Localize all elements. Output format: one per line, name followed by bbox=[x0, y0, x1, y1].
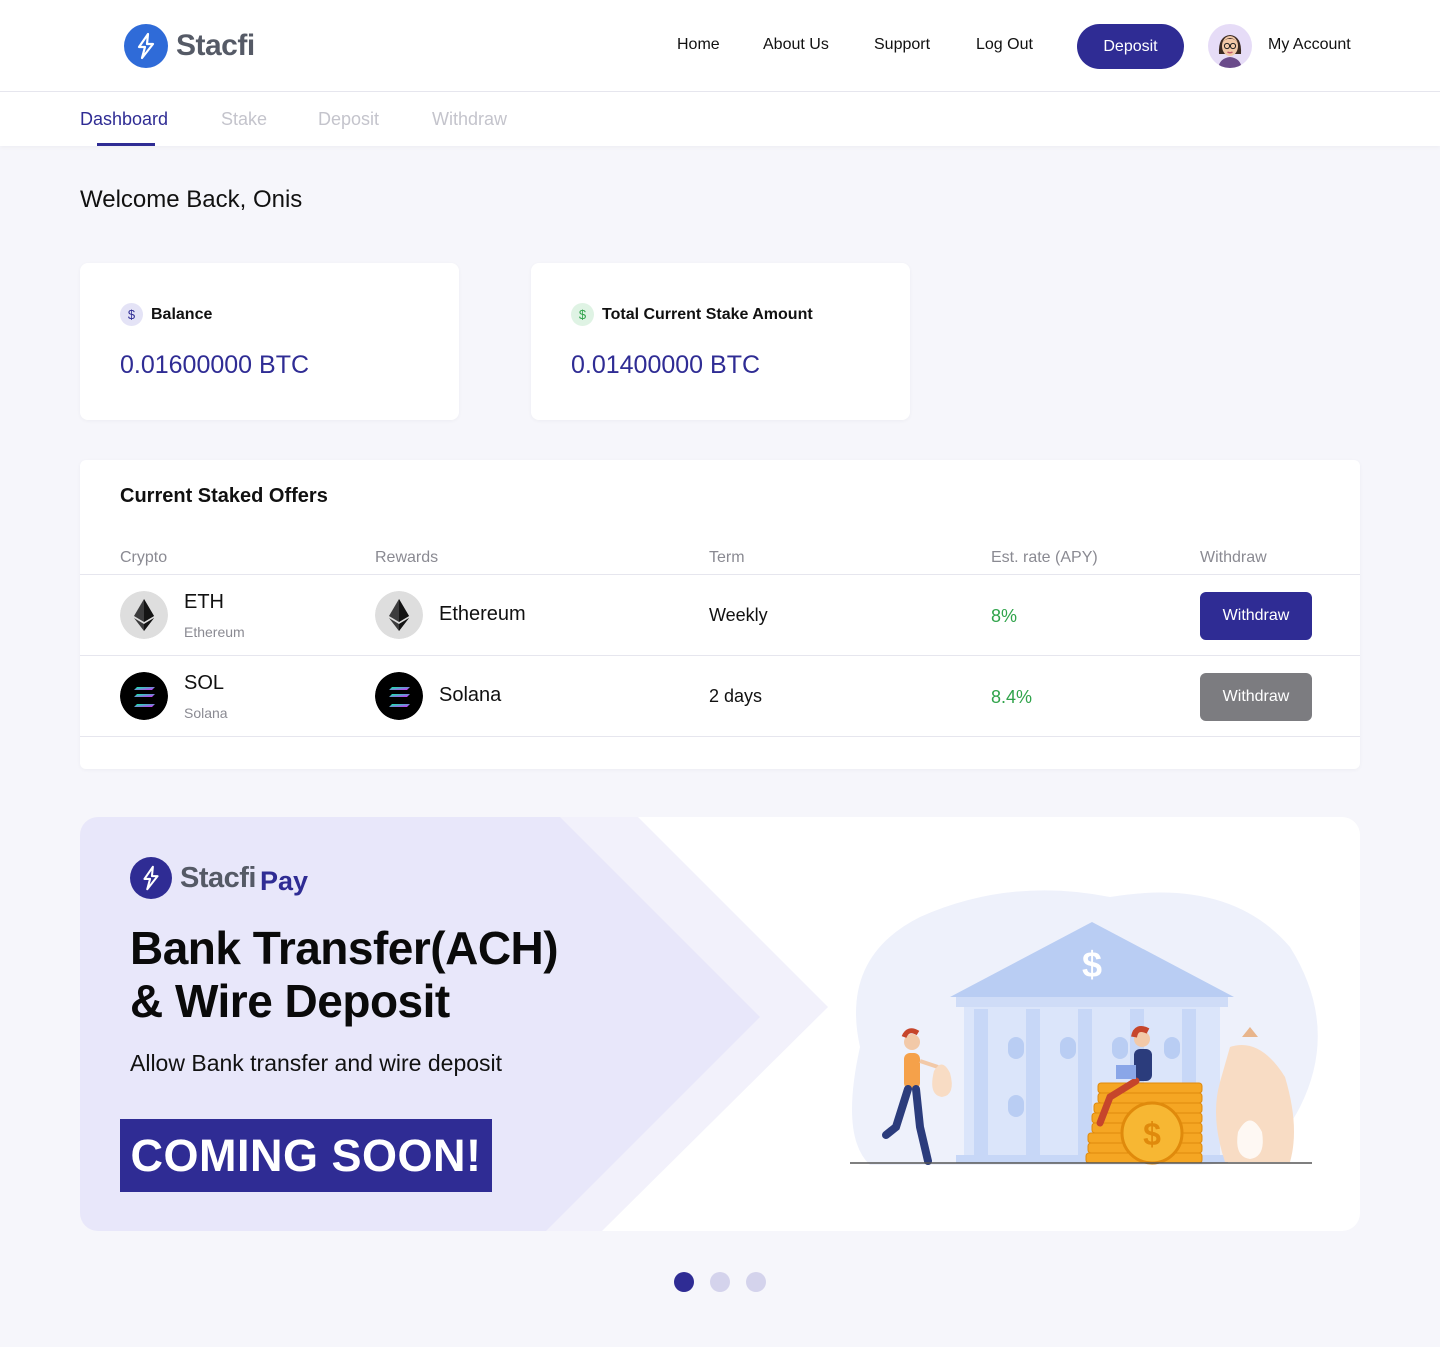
coming-soon-badge: COMING SOON! bbox=[120, 1119, 492, 1192]
reward-name: Ethereum bbox=[439, 603, 526, 625]
banner-tagline: Allow Bank transfer and wire deposit bbox=[130, 1050, 503, 1076]
tab-withdraw[interactable]: Withdraw bbox=[432, 109, 507, 130]
column-header-withdraw: Withdraw bbox=[1200, 549, 1267, 566]
table-row: ETH Ethereum Ethereum Weekly 8% Withdraw bbox=[80, 574, 1360, 655]
svg-text:$: $ bbox=[1082, 944, 1102, 985]
my-account-link[interactable]: My Account bbox=[1268, 36, 1351, 54]
crypto-name: Solana bbox=[184, 705, 228, 721]
stake-amount-card: $ Total Current Stake Amount 0.01400000 … bbox=[531, 263, 910, 420]
top-navigation-bar: Stacfi Home About Us Support Log Out Dep… bbox=[0, 0, 1440, 92]
column-header-rewards: Rewards bbox=[375, 549, 439, 566]
stacfi-logo-icon bbox=[130, 857, 172, 899]
header-deposit-button[interactable]: Deposit bbox=[1077, 24, 1184, 69]
stake-amount-value: 0.01400000 BTC bbox=[571, 351, 761, 379]
column-header-rate: Est. rate (APY) bbox=[991, 549, 1098, 566]
crypto-symbol: ETH bbox=[184, 591, 224, 613]
user-avatar[interactable] bbox=[1208, 24, 1252, 68]
stacfi-logo[interactable]: Stacfi bbox=[124, 24, 255, 68]
column-header-crypto: Crypto bbox=[120, 549, 168, 566]
logo-text: Stacfi bbox=[176, 29, 255, 62]
reward-name: Solana bbox=[439, 684, 502, 706]
dollar-icon: $ bbox=[120, 303, 143, 326]
headline-line-1: Bank Transfer(ACH) bbox=[130, 922, 559, 974]
apy-rate: 8% bbox=[991, 606, 1018, 626]
stake-amount-label: Total Current Stake Amount bbox=[602, 305, 813, 323]
balance-value: 0.01600000 BTC bbox=[120, 351, 310, 379]
table-divider bbox=[80, 736, 1360, 737]
nav-home-link[interactable]: Home bbox=[677, 36, 720, 54]
nav-about-link[interactable]: About Us bbox=[763, 36, 829, 54]
withdraw-button-disabled[interactable]: Withdraw bbox=[1200, 673, 1312, 721]
carousel-indicators bbox=[674, 1272, 782, 1292]
nav-support-link[interactable]: Support bbox=[874, 36, 930, 54]
term-value: Weekly bbox=[709, 605, 768, 625]
offers-title: Current Staked Offers bbox=[120, 485, 328, 507]
tab-dashboard[interactable]: Dashboard bbox=[80, 109, 168, 130]
withdraw-button[interactable]: Withdraw bbox=[1200, 592, 1312, 640]
stacfi-logo-icon bbox=[124, 24, 168, 68]
promo-banner: Stacfi Pay Bank Transfer(ACH) & Wire Dep… bbox=[80, 817, 1360, 1231]
tab-stake[interactable]: Stake bbox=[221, 109, 267, 130]
balance-card: $ Balance 0.01600000 BTC bbox=[80, 263, 459, 420]
carousel-dot-1[interactable] bbox=[674, 1272, 694, 1292]
solana-icon bbox=[375, 672, 423, 720]
ethereum-icon bbox=[120, 591, 168, 639]
stacfi-pay-logo: Stacfi Pay bbox=[130, 857, 308, 899]
tab-deposit[interactable]: Deposit bbox=[318, 109, 379, 130]
table-row: SOL Solana Solana 2 days 8.4% Withdraw bbox=[80, 655, 1360, 736]
crypto-symbol: SOL bbox=[184, 672, 225, 694]
carousel-dot-3[interactable] bbox=[746, 1272, 766, 1292]
nav-logout-link[interactable]: Log Out bbox=[976, 36, 1033, 54]
svg-text:$: $ bbox=[1143, 1116, 1161, 1152]
carousel-dot-2[interactable] bbox=[710, 1272, 730, 1292]
active-tab-indicator bbox=[97, 143, 155, 146]
headline-line-2: & Wire Deposit bbox=[130, 975, 450, 1027]
solana-icon bbox=[120, 672, 168, 720]
ethereum-icon bbox=[375, 591, 423, 639]
welcome-heading: Welcome Back, Onis bbox=[80, 186, 303, 213]
pay-logo-brand: Stacfi bbox=[180, 861, 256, 894]
term-value: 2 days bbox=[709, 686, 763, 706]
column-header-term: Term bbox=[709, 549, 745, 566]
dashboard-tabs: Dashboard Stake Deposit Withdraw bbox=[0, 92, 1440, 146]
staked-offers-panel: Current Staked Offers Crypto Rewards Ter… bbox=[80, 460, 1360, 769]
bank-illustration: $ $ bbox=[850, 890, 1318, 1166]
pay-logo-suffix: Pay bbox=[259, 865, 309, 896]
banner-headline: Bank Transfer(ACH) & Wire Deposit bbox=[130, 922, 559, 1028]
apy-rate: 8.4% bbox=[991, 687, 1033, 707]
crypto-name: Ethereum bbox=[184, 624, 245, 640]
dollar-icon: $ bbox=[571, 303, 594, 326]
balance-label: Balance bbox=[151, 305, 213, 323]
